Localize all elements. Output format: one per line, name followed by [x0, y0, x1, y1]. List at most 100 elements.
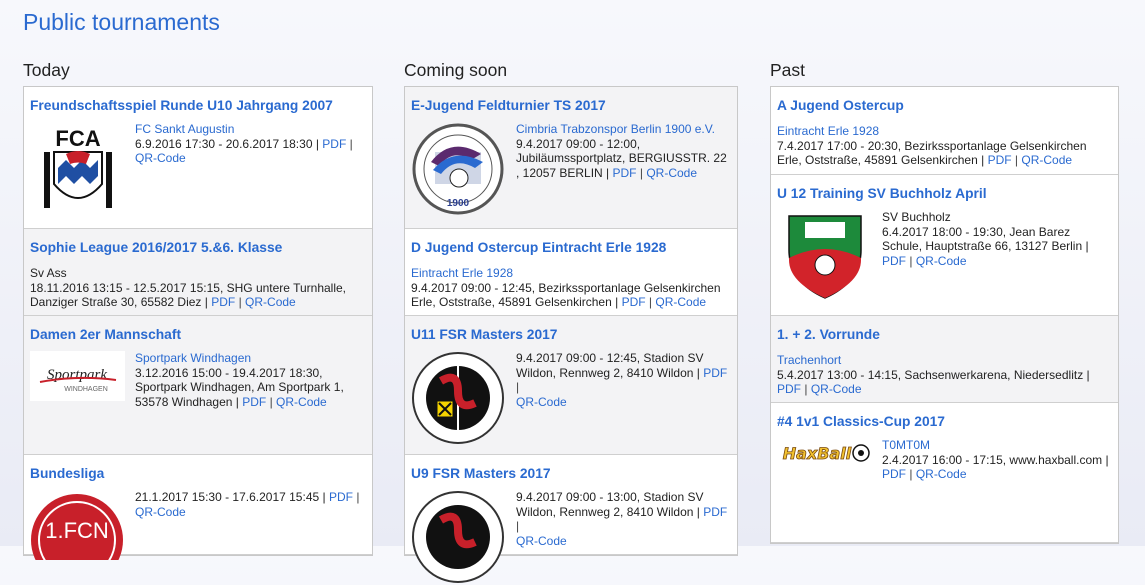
qr-code-link[interactable]: QR-Code	[646, 166, 697, 180]
organizer-link[interactable]: Cimbria Trabzonspor Berlin 1900 e.V.	[516, 122, 715, 136]
tournament-title-link[interactable]: U11 FSR Masters 2017	[411, 326, 731, 343]
column-heading: Past	[770, 60, 806, 80]
logo-text: 1.FCN	[45, 518, 109, 543]
tournament-details: 5.4.2017 13:00 - 14:15, Sachsenwerkarena…	[777, 367, 1090, 382]
club-logo-sv-buchholz[interactable]	[777, 210, 872, 300]
organizer-link[interactable]: Trachenhort	[777, 353, 841, 367]
separator: |	[238, 295, 242, 309]
separator: |	[516, 380, 520, 394]
tournament-details: 9.4.2017 09:00 - 13:00, Stadion SV Wildo…	[516, 490, 704, 519]
pdf-link[interactable]: PDF	[329, 490, 353, 504]
tournament-details: 9.4.2017 09:00 - 12:45, Stadion SV Wildo…	[516, 351, 704, 380]
qr-code-link[interactable]: QR-Code	[655, 295, 706, 309]
tournament-title-link[interactable]: D Jugend Ostercup Eintracht Erle 1928	[411, 239, 731, 256]
organizer-name: SV Buchholz	[882, 210, 951, 224]
qr-code-link[interactable]: QR-Code	[245, 295, 296, 309]
column-heading: Today	[23, 60, 70, 80]
tournament-card: U11 FSR Masters 2017 9.4.2017 09:00 - 12…	[405, 316, 737, 455]
organizer-link[interactable]: Eintracht Erle 1928	[411, 266, 513, 280]
organizer-link[interactable]: Eintracht Erle 1928	[777, 124, 879, 138]
logo-text: HaxBall	[783, 444, 852, 463]
pdf-link[interactable]: PDF	[882, 467, 906, 481]
qr-code-link[interactable]: QR-Code	[916, 254, 967, 268]
sportpark-logo-icon: Sportpark WINDHAGEN	[30, 351, 125, 401]
tournament-title-link[interactable]: #4 1v1 Classics-Cup 2017	[777, 413, 1112, 430]
club-logo-trabzonspor[interactable]: 1900	[411, 122, 506, 216]
tournament-card: U 12 Training SV Buchholz April SV Buchh…	[771, 175, 1118, 316]
pdf-link[interactable]: PDF	[703, 505, 727, 519]
tournament-title-link[interactable]: E-Jugend Feldturnier TS 2017	[411, 97, 731, 114]
qr-code-link[interactable]: QR-Code	[1021, 153, 1072, 167]
organizer-name: Sv Ass	[30, 266, 67, 280]
fca-crest-icon: FCA	[41, 122, 114, 216]
separator: |	[804, 382, 808, 396]
club-logo-sv-wildon[interactable]	[411, 351, 506, 446]
column-today: Today Freundschaftsspiel Runde U10 Jahrg…	[23, 60, 373, 560]
pdf-link[interactable]: PDF	[777, 382, 801, 396]
tournament-title-link[interactable]: U 12 Training SV Buchholz April	[777, 185, 1112, 202]
tournament-card: D Jugend Ostercup Eintracht Erle 1928 Ei…	[405, 229, 737, 316]
club-logo-sv-wildon[interactable]	[411, 490, 506, 585]
column-coming-soon: Coming soon E-Jugend Feldturnier TS 2017…	[404, 60, 738, 583]
tournament-title-link[interactable]: A Jugend Ostercup	[777, 97, 1112, 114]
club-logo-sportpark[interactable]: Sportpark WINDHAGEN	[30, 351, 125, 409]
pdf-link[interactable]: PDF	[622, 295, 646, 309]
pdf-link[interactable]: PDF	[242, 395, 266, 409]
pdf-link[interactable]: PDF	[211, 295, 235, 309]
separator: |	[516, 519, 520, 533]
separator: |	[648, 295, 653, 309]
organizer-link[interactable]: FC Sankt Augustin	[135, 122, 234, 136]
tournament-details: 21.1.2017 15:30 - 17.6.2017 15:45 |	[135, 490, 326, 504]
haxball-logo[interactable]: HaxBall	[777, 438, 872, 482]
tournament-card: A Jugend Ostercup Eintracht Erle 1928 7.…	[771, 87, 1118, 175]
tournament-card: 1. + 2. Vorrunde Trachenhort 5.4.2017 13…	[771, 316, 1118, 403]
organizer-link[interactable]: T0MT0M	[882, 438, 930, 452]
club-logo-fcn[interactable]: 1.FCN	[30, 490, 125, 560]
sv-buchholz-crest-icon	[787, 215, 862, 299]
tournament-list: Freundschaftsspiel Runde U10 Jahrgang 20…	[23, 86, 373, 560]
qr-code-link[interactable]: QR-Code	[276, 395, 327, 409]
separator: |	[909, 467, 913, 481]
tournament-card: Sophie League 2016/2017 5.&6. Klasse Sv …	[24, 229, 372, 316]
tournament-title-link[interactable]: Freundschaftsspiel Runde U10 Jahrgang 20…	[30, 97, 366, 114]
tournament-title-link[interactable]: U9 FSR Masters 2017	[411, 465, 731, 482]
separator: |	[356, 490, 360, 504]
club-logo-fca[interactable]: FCA	[30, 122, 125, 216]
qr-code-link[interactable]: QR-Code	[135, 505, 186, 519]
tournament-details: 18.11.2016 13:15 - 12.5.2017 15:15, SHG …	[30, 280, 347, 310]
pdf-link[interactable]: PDF	[322, 137, 346, 151]
organizer-link[interactable]: Sportpark Windhagen	[135, 351, 251, 365]
qr-code-link[interactable]: QR-Code	[516, 534, 567, 548]
tournament-card: Bundesliga 1.FCN 21.1.2017 15:30 - 17.6.…	[24, 455, 372, 560]
qr-code-link[interactable]: QR-Code	[811, 382, 862, 396]
pdf-link[interactable]: PDF	[988, 153, 1012, 167]
haxball-logo-icon: HaxBall	[782, 444, 870, 463]
tournament-card: #4 1v1 Classics-Cup 2017 HaxBall T0MT0M …	[771, 403, 1118, 543]
tournament-title-link[interactable]: Sophie League 2016/2017 5.&6. Klasse	[30, 239, 366, 256]
tournament-details: 6.4.2017 18:00 - 19:30, Jean Barez Schul…	[882, 224, 1089, 254]
column-past: Past A Jugend Ostercup Eintracht Erle 19…	[770, 60, 1119, 544]
sv-wildon-crest-icon	[412, 352, 504, 444]
tournament-title-link[interactable]: 1. + 2. Vorrunde	[777, 326, 1112, 343]
separator: |	[1014, 153, 1019, 167]
logo-text: FCA	[55, 126, 100, 151]
fcn-crest-icon: 1.FCN	[31, 494, 123, 560]
tournament-list: E-Jugend Feldturnier TS 2017 1900 Cimbri…	[404, 86, 738, 583]
page-title: Public tournaments	[23, 9, 220, 35]
tournament-title-link[interactable]: Damen 2er Mannschaft	[30, 326, 366, 343]
qr-code-link[interactable]: QR-Code	[135, 151, 186, 165]
logo-text: Sportpark	[47, 367, 107, 383]
column-heading: Coming soon	[404, 60, 508, 80]
pdf-link[interactable]: PDF	[703, 366, 727, 380]
pdf-link[interactable]: PDF	[882, 254, 906, 268]
logo-text: 1900	[447, 198, 470, 209]
tournament-details: 2.4.2017 16:00 - 17:15, www.haxball.com …	[882, 452, 1109, 467]
trabzonspor-crest-icon: 1900	[412, 123, 504, 215]
pdf-link[interactable]: PDF	[613, 166, 637, 180]
sv-wildon-crest-icon	[412, 491, 504, 583]
qr-code-link[interactable]: QR-Code	[516, 395, 567, 409]
separator: |	[909, 253, 913, 268]
qr-code-link[interactable]: QR-Code	[916, 467, 967, 481]
separator: |	[349, 136, 353, 151]
tournament-title-link[interactable]: Bundesliga	[30, 465, 366, 482]
